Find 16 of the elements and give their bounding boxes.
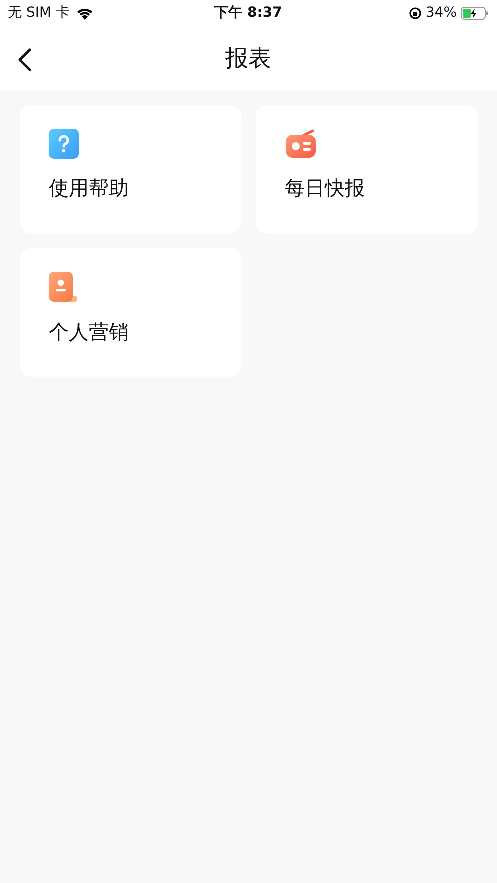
report-card[interactable]: 每日快报 — [256, 105, 478, 234]
rotation-lock-icon — [408, 6, 422, 20]
card-label: 每日快报 — [285, 175, 365, 202]
status-time: 下午 8:37 — [214, 4, 282, 22]
report-card[interactable]: 使用帮助 — [20, 105, 242, 234]
radio-icon — [285, 129, 317, 159]
battery-icon — [461, 6, 489, 20]
wifi-icon — [76, 6, 94, 20]
help-icon — [49, 129, 79, 159]
contact-icon — [49, 272, 77, 303]
card-label: 使用帮助 — [49, 175, 129, 202]
card-label: 个人营销 — [49, 319, 129, 346]
page-title: 报表 — [226, 45, 272, 74]
carrier-label: 无 SIM 卡 — [8, 4, 70, 22]
battery-percent: 34% — [426, 5, 457, 21]
report-card[interactable]: 个人营销 — [20, 248, 242, 377]
